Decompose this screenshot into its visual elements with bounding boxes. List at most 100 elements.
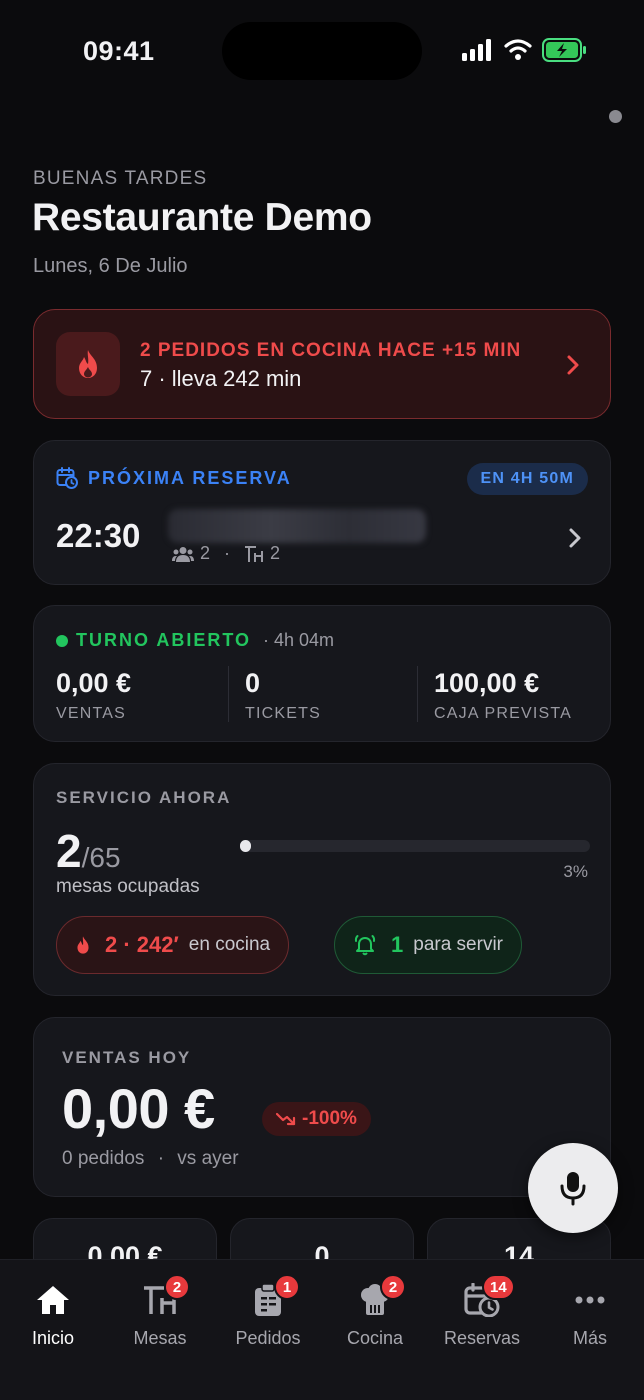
shift-stat-sales: 0,00 € VENTAS: [56, 668, 131, 723]
bottom-tab-bar: Inicio 2 Mesas 1 Pedidos 2 Cocina 14 Res…: [0, 1259, 644, 1400]
tab-pedidos[interactable]: 1 Pedidos: [218, 1274, 318, 1349]
tab-icon-wrap: 14: [464, 1274, 515, 1322]
stat-divider: [417, 666, 418, 722]
occupied-tables-count: 2/65: [56, 824, 121, 878]
voice-assistant-button[interactable]: [528, 1143, 618, 1233]
ready-to-serve-chip[interactable]: 1 para servir: [334, 916, 522, 974]
stat-label: VENTAS: [56, 705, 127, 722]
footer-separator: ·: [157, 1148, 165, 1169]
tab-mesas[interactable]: 2 Mesas: [110, 1274, 210, 1349]
sales-delta-badge: -100%: [262, 1102, 371, 1136]
orders-count: 0 pedidos: [62, 1148, 145, 1169]
next-reservation-card[interactable]: PRÓXIMA RESERVA EN 4H 50M 22:30 2 · 2: [33, 440, 611, 585]
sales-today-amount: 0,00 €: [62, 1077, 215, 1140]
tab-label: Mesas: [133, 1328, 187, 1348]
alert-title: 2 PEDIDOS EN COCINA HACE +15 MIN: [140, 340, 522, 361]
shift-open-indicator: [56, 634, 68, 647]
status-icons: [462, 38, 588, 62]
sales-delta-value: -100%: [302, 1108, 357, 1129]
service-title: SERVICIO AHORA: [56, 788, 232, 807]
total-tables: /65: [81, 842, 121, 873]
stat-value: 100,00 €: [434, 668, 540, 698]
occupied-tables-label: mesas ocupadas: [56, 876, 200, 897]
trend-down-icon: [276, 1112, 296, 1126]
more-icon: [575, 1296, 605, 1304]
shift-status-label: TURNO ABIERTO: [76, 630, 252, 650]
reservation-meta: 2 · 2: [172, 543, 280, 564]
fire-icon-box: [56, 332, 120, 396]
restaurant-name: Restaurante Demo: [32, 196, 372, 239]
reservation-eta-badge: EN 4H 50M: [466, 463, 588, 495]
sales-today-card[interactable]: VENTAS HOY 0,00 € -100% 0 pedidos · vs a…: [33, 1017, 611, 1197]
next-reservation-header: PRÓXIMA RESERVA: [56, 467, 292, 489]
signal-icon: [462, 39, 491, 61]
home-icon: [37, 1286, 69, 1314]
in-kitchen-chip[interactable]: 2 · 242′ en cocina: [56, 916, 290, 974]
reservation-guest-name-redacted: [168, 509, 426, 543]
shift-card[interactable]: TURNO ABIERTO · 4h 04m 0,00 € VENTAS 0 T…: [33, 605, 611, 742]
fire-icon: [77, 936, 89, 954]
service-now-card[interactable]: SERVICIO AHORA 2/65 mesas ocupadas 3% 2 …: [33, 763, 611, 996]
occupied-count: 2: [56, 825, 82, 877]
reservation-guests: 2: [200, 543, 211, 563]
guests-icon: [172, 546, 194, 562]
kitchen-delay-alert[interactable]: 2 PEDIDOS EN COCINA HACE +15 MIN 7 · lle…: [33, 309, 611, 419]
stat-label: CAJA PREVISTA: [434, 705, 573, 722]
calendar-clock-icon: [56, 467, 78, 489]
fire-icon: [79, 350, 97, 378]
tab-label: Pedidos: [235, 1328, 301, 1348]
shift-stat-tickets: 0 TICKETS: [245, 668, 321, 723]
in-kitchen-text: en cocina: [188, 934, 271, 955]
tab-inicio[interactable]: Inicio: [3, 1278, 103, 1349]
status-time: 09:41: [83, 36, 155, 66]
tab-icon-wrap: 2: [142, 1274, 190, 1322]
shift-stat-expected-cash: 100,00 € CAJA PREVISTA: [434, 668, 572, 723]
tab-mas[interactable]: Más: [540, 1278, 640, 1349]
chevron-right-icon: [569, 528, 581, 548]
next-reservation-label: PRÓXIMA RESERVA: [88, 467, 292, 488]
reservation-time: 22:30: [56, 517, 141, 554]
tab-reservas[interactable]: 14 Reservas: [432, 1274, 532, 1349]
tab-icon-wrap: [35, 1278, 71, 1322]
reservation-table: 2: [270, 543, 281, 563]
tab-label: Reservas: [443, 1328, 521, 1348]
tab-badge: 2: [380, 1274, 406, 1300]
chevron-right-icon: [567, 355, 579, 375]
meta-separator: ·: [224, 543, 231, 563]
tab-icon-wrap: 1: [252, 1274, 300, 1322]
bell-ringing-icon: [354, 935, 376, 956]
wifi-icon: [504, 39, 532, 60]
tab-icon-wrap: 2: [358, 1274, 406, 1322]
table-icon: [245, 545, 264, 562]
tab-icon-wrap: [574, 1278, 606, 1322]
tab-label: Cocina: [346, 1328, 404, 1348]
stat-value: 0: [245, 668, 261, 698]
in-kitchen-value: 2 · 242′: [105, 932, 179, 957]
sales-today-footer: 0 pedidos · vs ayer: [62, 1148, 239, 1170]
stat-label: TICKETS: [245, 705, 321, 722]
compare-label: vs ayer: [177, 1148, 239, 1169]
stat-divider: [228, 666, 229, 722]
occupancy-progress-fill: [240, 840, 252, 852]
alert-detail: 7 · lleva 242 min: [140, 366, 302, 391]
current-date: Lunes, 6 De Julio: [33, 255, 188, 277]
shift-header: TURNO ABIERTO · 4h 04m: [56, 630, 334, 651]
tab-label: Más: [572, 1328, 607, 1348]
microphone-icon: [560, 1172, 586, 1206]
connection-indicator: [609, 110, 622, 123]
tab-label: Inicio: [31, 1328, 75, 1348]
battery-charging-icon: [542, 38, 586, 62]
tab-badge: 2: [164, 1274, 190, 1300]
ready-to-serve-text: para servir: [413, 934, 503, 955]
sales-today-title: VENTAS HOY: [62, 1048, 192, 1067]
shift-duration: · 4h 04m: [263, 630, 335, 650]
dynamic-island: [222, 22, 422, 80]
ready-to-serve-value: 1: [391, 932, 404, 957]
tab-badge: 14: [482, 1274, 515, 1300]
occupancy-progress-bar: [240, 840, 590, 852]
stat-value: 0,00 €: [56, 668, 132, 698]
tab-badge: 1: [274, 1274, 300, 1300]
tab-cocina[interactable]: 2 Cocina: [325, 1274, 425, 1349]
occupancy-percent: 3%: [563, 862, 588, 881]
greeting: BUENAS TARDES: [33, 168, 208, 189]
